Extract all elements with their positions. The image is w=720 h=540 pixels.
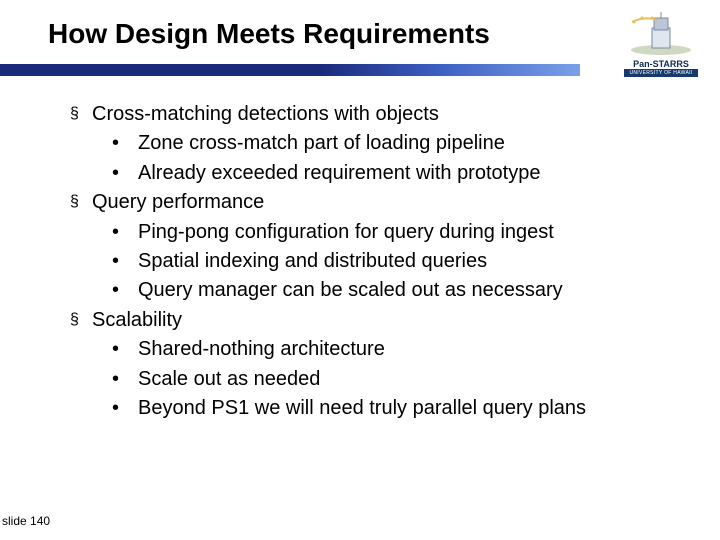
- list-item: •Scale out as needed: [112, 365, 660, 393]
- list-item: •Already exceeded requirement with proto…: [112, 159, 660, 187]
- bullet-text: Query performance: [92, 188, 264, 216]
- list-item: •Zone cross-match part of loading pipeli…: [112, 129, 660, 157]
- bullet-text: Beyond PS1 we will need truly parallel q…: [138, 394, 586, 422]
- bullet-marker: §: [70, 188, 92, 214]
- bullet-marker: •: [112, 394, 138, 422]
- telescope-icon: [624, 12, 698, 56]
- slide-number: slide 140: [2, 514, 50, 528]
- list-item: •Shared-nothing architecture: [112, 335, 660, 363]
- bullet-text: Spatial indexing and distributed queries: [138, 247, 487, 275]
- list-item: §Cross-matching detections with objects: [70, 100, 660, 128]
- bullet-text: Scale out as needed: [138, 365, 320, 393]
- bullet-text: Scalability: [92, 306, 182, 334]
- bullet-marker: •: [112, 159, 138, 187]
- bullet-marker: •: [112, 129, 138, 157]
- bullet-marker: §: [70, 306, 92, 332]
- bullet-text: Zone cross-match part of loading pipelin…: [138, 129, 505, 157]
- list-item: •Spatial indexing and distributed querie…: [112, 247, 660, 275]
- bullet-text: Ping-pong configuration for query during…: [138, 218, 554, 246]
- bullet-marker: •: [112, 218, 138, 246]
- list-item: •Ping-pong configuration for query durin…: [112, 218, 660, 246]
- bullet-marker: •: [112, 247, 138, 275]
- list-item: §Query performance: [70, 188, 660, 216]
- bullet-text: Query manager can be scaled out as neces…: [138, 276, 563, 304]
- list-item: •Beyond PS1 we will need truly parallel …: [112, 394, 660, 422]
- bullet-text: Cross-matching detections with objects: [92, 100, 439, 128]
- bullet-marker: •: [112, 365, 138, 393]
- list-item: •Query manager can be scaled out as nece…: [112, 276, 660, 304]
- bullet-text: Shared-nothing architecture: [138, 335, 385, 363]
- bullet-text: Already exceeded requirement with protot…: [138, 159, 540, 187]
- list-item: §Scalability: [70, 306, 660, 334]
- logo-name: Pan-STARRS: [624, 59, 698, 69]
- bullet-marker: •: [112, 335, 138, 363]
- bullet-content: §Cross-matching detections with objects …: [0, 76, 720, 422]
- page-title: How Design Meets Requirements: [0, 0, 720, 50]
- bullet-marker: •: [112, 276, 138, 304]
- logo-subtitle: UNIVERSITY OF HAWAII: [624, 69, 698, 77]
- logo: Pan-STARRS UNIVERSITY OF HAWAII: [624, 12, 698, 77]
- bullet-marker: §: [70, 100, 92, 126]
- title-underline: [0, 64, 580, 76]
